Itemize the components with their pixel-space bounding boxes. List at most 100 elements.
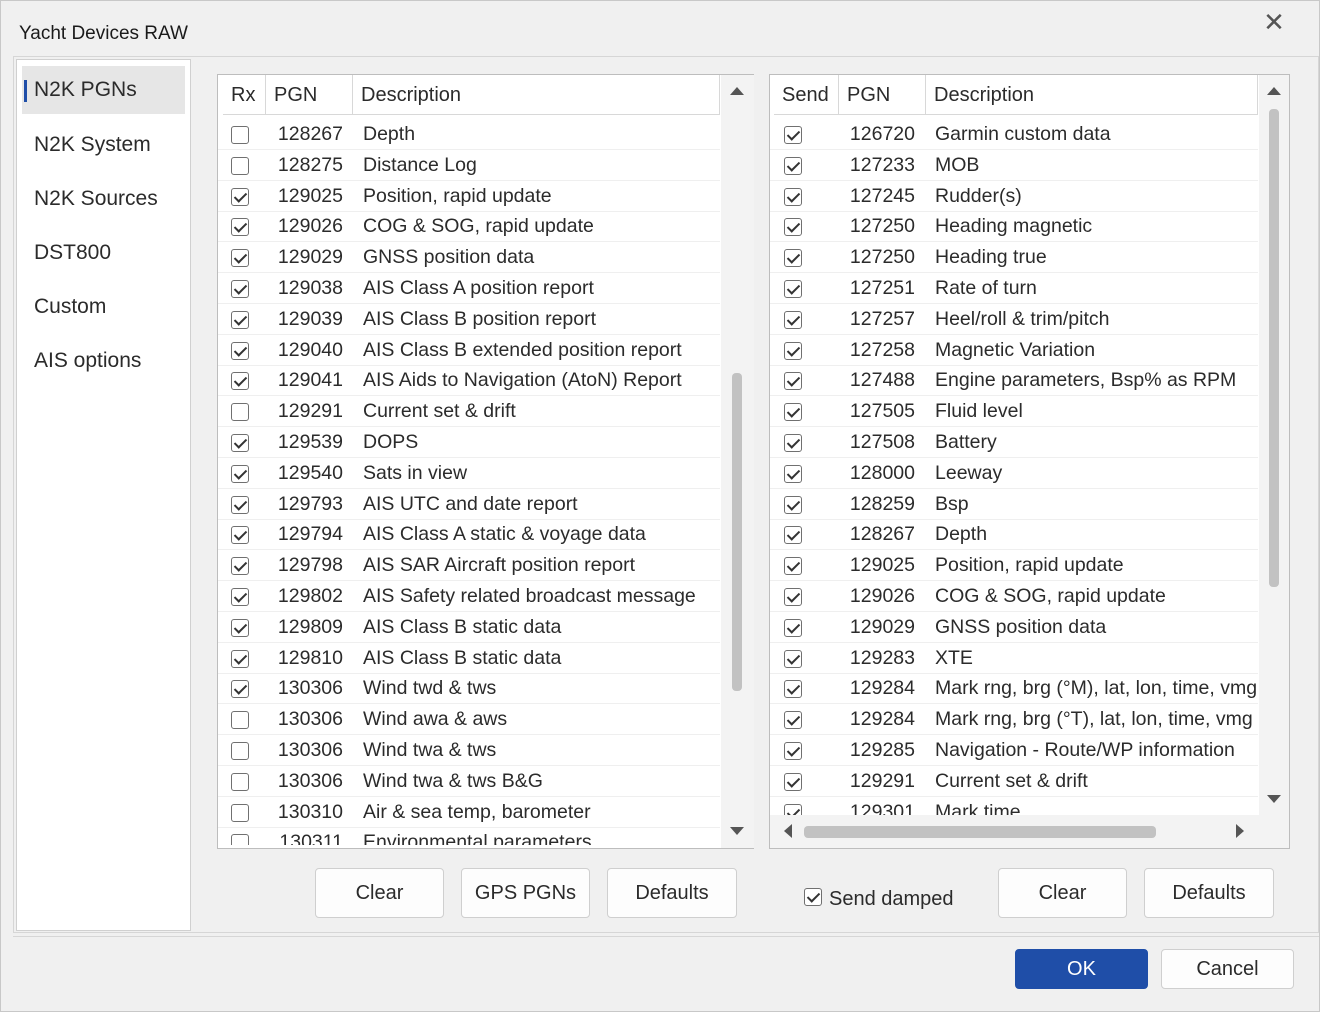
row-checkbox[interactable] (231, 772, 249, 791)
sidebar-item-ais-options[interactable]: AIS options (22, 337, 185, 385)
send-damped-checkbox[interactable] (804, 888, 822, 906)
table-row[interactable]: 129025 Position, rapid update (770, 550, 1258, 582)
table-row[interactable]: 127233 MOB (770, 150, 1258, 181)
row-checkbox[interactable] (784, 218, 802, 237)
table-row[interactable]: 129026 COG & SOG, rapid update (218, 211, 720, 243)
row-checkbox[interactable] (231, 495, 249, 514)
table-row[interactable]: 127258 Magnetic Variation (770, 335, 1258, 366)
send-horizontal-scrollbar[interactable] (770, 815, 1289, 848)
row-checkbox[interactable] (784, 618, 802, 637)
table-row[interactable]: 129794 AIS Class A static & voyage data (218, 519, 720, 551)
table-row[interactable]: 130306 Wind twd & tws (218, 673, 720, 705)
row-checkbox[interactable] (784, 742, 802, 760)
row-checkbox[interactable] (784, 557, 802, 576)
row-checkbox[interactable] (231, 464, 249, 483)
table-row[interactable]: 129802 AIS Safety related broadcast messa… (218, 581, 720, 612)
table-row[interactable]: 128275 Distance Log (218, 150, 720, 181)
scroll-down-icon[interactable] (1267, 795, 1281, 803)
send-header-check[interactable]: Send (774, 75, 839, 115)
row-checkbox[interactable] (231, 341, 249, 360)
send-header-pgn[interactable]: PGN (839, 75, 926, 115)
send-defaults-button[interactable]: Defaults (1144, 868, 1274, 918)
row-checkbox[interactable] (231, 588, 249, 606)
table-row[interactable]: 130310 Air & sea temp, barometer (218, 797, 720, 828)
sidebar-item-n2k-sources[interactable]: N2K Sources (22, 175, 185, 223)
table-row[interactable]: 128000 Leeway (770, 458, 1258, 489)
row-checkbox[interactable] (784, 280, 802, 298)
rx-header-pgn[interactable]: PGN (266, 75, 353, 115)
row-checkbox[interactable] (231, 403, 249, 422)
row-checkbox[interactable] (784, 372, 802, 391)
table-row[interactable]: 130306 Wind awa & aws (218, 704, 720, 736)
send-vertical-scrollbar[interactable] (1259, 75, 1289, 815)
table-row[interactable]: 128259 Bsp (770, 489, 1258, 520)
scroll-left-icon[interactable] (784, 824, 792, 838)
scroll-thumb[interactable] (1269, 109, 1279, 587)
row-checkbox[interactable] (784, 772, 802, 791)
table-row[interactable]: 129039 AIS Class B position report (218, 304, 720, 335)
table-row[interactable]: 129040 AIS Class B extended position repo… (218, 335, 720, 366)
rx-header-description[interactable]: Description (353, 75, 720, 115)
table-row[interactable]: 129285 Navigation - Route/WP information (770, 735, 1258, 766)
table-row[interactable]: 129539 DOPS (218, 427, 720, 458)
row-checkbox[interactable] (231, 434, 249, 452)
table-row[interactable]: 129029 GNSS position data (218, 242, 720, 274)
row-checkbox[interactable] (784, 403, 802, 422)
cancel-button[interactable]: Cancel (1161, 949, 1294, 989)
table-row[interactable]: 127250 Heading true (770, 242, 1258, 274)
row-checkbox[interactable] (231, 711, 249, 730)
table-row[interactable]: 127505 Fluid level (770, 396, 1258, 428)
table-row[interactable]: 129809 AIS Class B static data (218, 612, 720, 643)
table-row[interactable]: 127488 Engine parameters, Bsp% as RPM (770, 365, 1258, 397)
row-checkbox[interactable] (784, 711, 802, 730)
row-checkbox[interactable] (231, 126, 249, 144)
row-checkbox[interactable] (231, 557, 249, 576)
table-row[interactable]: 127257 Heel/roll & trim/pitch (770, 304, 1258, 335)
table-row[interactable]: 129798 AIS SAR Aircraft position report (218, 550, 720, 582)
table-row[interactable]: 129026 COG & SOG, rapid update (770, 581, 1258, 612)
row-checkbox[interactable] (231, 680, 249, 699)
scroll-down-icon[interactable] (730, 827, 744, 835)
row-checkbox[interactable] (784, 649, 802, 668)
row-checkbox[interactable] (784, 249, 802, 268)
sidebar-item-custom[interactable]: Custom (22, 283, 185, 331)
table-row[interactable]: 128267 Depth (218, 119, 720, 150)
row-checkbox[interactable] (231, 310, 249, 329)
scroll-up-icon[interactable] (730, 87, 744, 95)
row-checkbox[interactable] (231, 526, 249, 545)
scroll-right-icon[interactable] (1236, 824, 1244, 838)
row-checkbox[interactable] (784, 495, 802, 514)
row-checkbox[interactable] (784, 526, 802, 545)
sidebar-item-n2k-pgns[interactable]: N2K PGNs (22, 66, 185, 114)
row-checkbox[interactable] (231, 249, 249, 268)
scroll-thumb[interactable] (804, 826, 1156, 838)
table-row[interactable]: 129283 XTE (770, 643, 1258, 674)
row-checkbox[interactable] (231, 618, 249, 637)
table-row[interactable]: 127245 Rudder(s) (770, 181, 1258, 212)
table-row[interactable]: 127251 Rate of turn (770, 273, 1258, 304)
row-checkbox[interactable] (231, 187, 249, 206)
table-row[interactable]: 129284 Mark rng, brg (°M), lat, lon, time… (770, 673, 1258, 705)
row-checkbox[interactable] (784, 187, 802, 206)
table-row[interactable]: 129540 Sats in view (218, 458, 720, 489)
table-row[interactable]: 129291 Current set & drift (218, 396, 720, 428)
table-row[interactable]: 128267 Depth (770, 519, 1258, 551)
rx-clear-button[interactable]: Clear (315, 868, 444, 918)
table-row[interactable]: 129025 Position, rapid update (218, 181, 720, 212)
row-checkbox[interactable] (784, 803, 802, 815)
row-checkbox[interactable] (784, 588, 802, 606)
ok-button[interactable]: OK (1015, 949, 1148, 989)
rx-header-check[interactable]: Rx (223, 75, 266, 115)
row-checkbox[interactable] (231, 372, 249, 391)
table-row[interactable]: 129041 AIS Aids to Navigation (AtoN) Repo… (218, 365, 720, 397)
table-row[interactable]: 129029 GNSS position data (770, 612, 1258, 643)
rx-vertical-scrollbar[interactable] (721, 75, 754, 848)
row-checkbox[interactable] (784, 680, 802, 699)
row-checkbox[interactable] (231, 834, 249, 845)
row-checkbox[interactable] (784, 310, 802, 329)
row-checkbox[interactable] (784, 341, 802, 360)
row-checkbox[interactable] (231, 280, 249, 298)
table-row[interactable]: 130306 Wind twa & tws (218, 735, 720, 766)
send-clear-button[interactable]: Clear (998, 868, 1127, 918)
row-checkbox[interactable] (784, 434, 802, 452)
